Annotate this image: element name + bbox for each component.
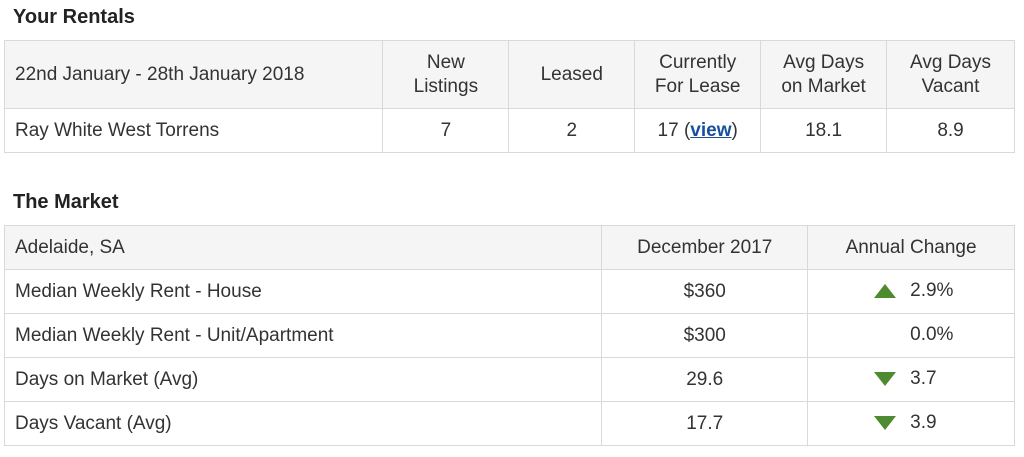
market-header-row: Adelaide, SA December 2017 Annual Change — [3, 225, 1015, 270]
annual-change-header: Annual Change — [807, 225, 1015, 270]
annual-change-cell: 0.0% — [807, 313, 1015, 358]
rentals-table: 22nd January - 28th January 2018 New Lis… — [3, 40, 1015, 153]
no-change-spacer — [874, 328, 896, 342]
annual-change-value: 2.9% — [910, 280, 954, 302]
annual-change-cell: 2.9% — [807, 269, 1015, 314]
period-header: December 2017 — [601, 225, 809, 270]
metric-label: Median Weekly Rent - House — [3, 269, 603, 314]
location-header: Adelaide, SA — [3, 225, 603, 270]
new-listings-value: 7 — [382, 108, 510, 153]
avg-days-market-header: Avg Days on Market — [760, 40, 888, 109]
avg-days-vacant-value: 8.9 — [886, 108, 1015, 153]
avg-days-market-value: 18.1 — [760, 108, 888, 153]
metric-value: $300 — [601, 313, 809, 358]
table-row: Median Weekly Rent - Unit/Apartment $300 0… — [3, 313, 1015, 358]
view-link[interactable]: view — [690, 120, 731, 141]
for-lease-cell: 17 (view) — [634, 108, 762, 153]
leased-header: Leased — [508, 40, 636, 109]
metric-label: Median Weekly Rent - Unit/Apartment — [3, 313, 603, 358]
leased-value: 2 — [508, 108, 636, 153]
table-row: Median Weekly Rent - House $360 2.9% — [3, 269, 1015, 314]
date-range-header: 22nd January - 28th January 2018 — [3, 40, 384, 109]
metric-value: 17.7 — [601, 401, 809, 446]
annual-change-cell: 3.7 — [807, 357, 1015, 402]
for-lease-count: 17 — [657, 119, 679, 141]
down-arrow-icon — [874, 416, 897, 431]
avg-days-vacant-header: Avg Days Vacant — [886, 40, 1015, 109]
metric-value: 29.6 — [601, 357, 809, 402]
table-row: Days on Market (Avg) 29.6 3.7 — [3, 357, 1015, 402]
up-arrow-icon — [874, 284, 897, 299]
metric-label: Days on Market (Avg) — [3, 357, 603, 402]
down-arrow-icon — [874, 372, 897, 387]
market-section-title: The Market — [13, 191, 119, 213]
metric-value: $360 — [601, 269, 809, 314]
market-table: Adelaide, SA December 2017 Annual Change… — [3, 225, 1015, 446]
metric-label: Days Vacant (Avg) — [3, 401, 603, 446]
table-row: Ray White West Torrens 7 2 17 (view) 18.… — [3, 108, 1015, 153]
annual-change-value: 3.9 — [910, 412, 937, 434]
annual-change-value: 3.7 — [910, 368, 937, 390]
rentals-header-row: 22nd January - 28th January 2018 New Lis… — [3, 40, 1015, 109]
annual-change-cell: 3.9 — [807, 401, 1015, 446]
currently-for-lease-header: Currently For Lease — [634, 40, 762, 109]
annual-change-value: 0.0% — [910, 324, 954, 346]
office-name: Ray White West Torrens — [3, 108, 384, 153]
rentals-section-title: Your Rentals — [13, 6, 135, 28]
table-row: Days Vacant (Avg) 17.7 3.9 — [3, 401, 1015, 446]
new-listings-header: New Listings — [382, 40, 510, 109]
